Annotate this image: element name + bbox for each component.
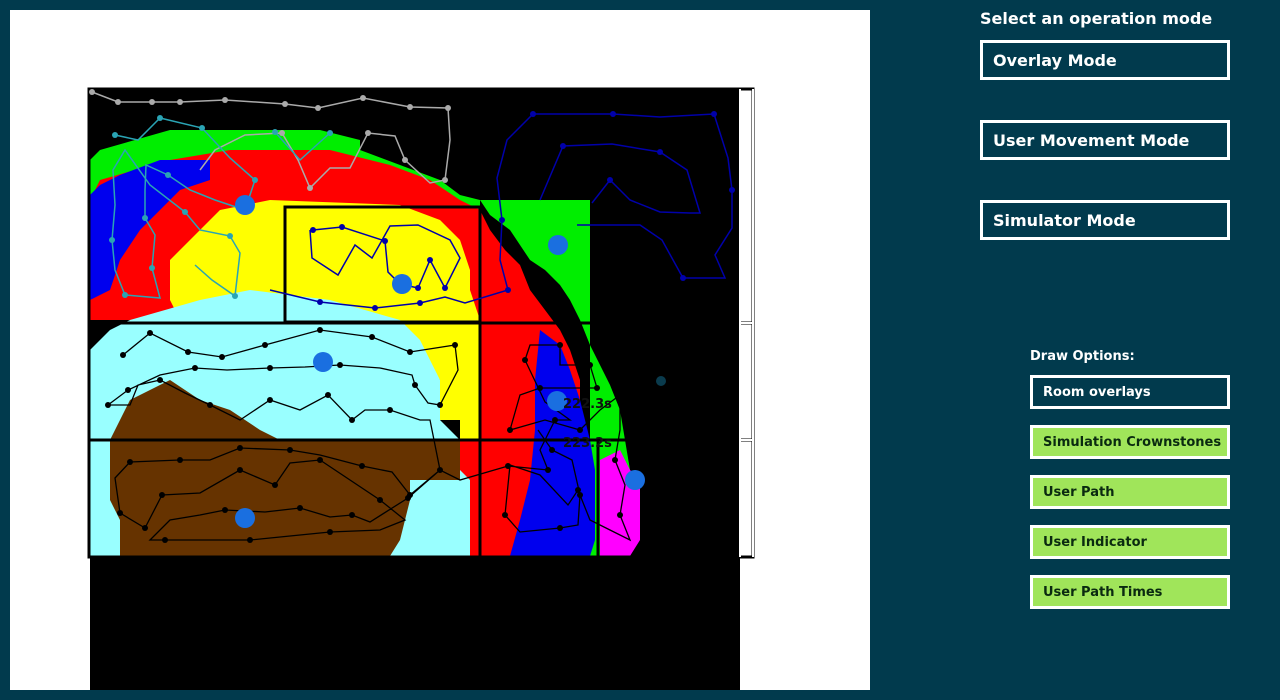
simulation-crownstones-toggle[interactable]: Simulation Crownstones [1030, 425, 1230, 459]
crownstone-4 [313, 352, 333, 372]
overlay-mode-label: Overlay Mode [993, 51, 1117, 70]
simulator-mode-label: Simulator Mode [993, 211, 1136, 230]
user-path-times-toggle[interactable]: User Path Times [1030, 575, 1230, 609]
user-movement-mode-button[interactable]: User Movement Mode [980, 120, 1230, 160]
crownstone-6 [625, 470, 645, 490]
user-indicator-toggle[interactable]: User Indicator [1030, 525, 1230, 559]
mode-panel-title: Select an operation mode [980, 9, 1213, 28]
user-indicator [656, 376, 666, 386]
user-path-label: User Path [1043, 485, 1115, 500]
user-movement-mode-label: User Movement Mode [993, 131, 1190, 150]
user-path-toggle[interactable]: User Path [1030, 475, 1230, 509]
user-indicator-label: User Indicator [1043, 535, 1147, 550]
user-path-times-label: User Path Times [1043, 585, 1163, 600]
path-time-label-1: 222.3s [563, 397, 612, 412]
room-overlays-toggle[interactable]: Room overlays [1030, 375, 1230, 409]
crownstone-3 [392, 274, 412, 294]
simulator-mode-button[interactable]: Simulator Mode [980, 200, 1230, 240]
outer-white-edge [739, 89, 754, 557]
map-canvas[interactable]: 222.3s 223.2s [10, 10, 870, 690]
crownstone-1 [235, 195, 255, 215]
crownstone-7 [235, 508, 255, 528]
crownstone-2 [548, 235, 568, 255]
floorplan-map[interactable]: 222.3s 223.2s [10, 10, 870, 690]
simulation-crownstones-label: Simulation Crownstones [1043, 435, 1222, 450]
overlay-mode-button[interactable]: Overlay Mode [980, 40, 1230, 80]
room-overlays-label: Room overlays [1043, 385, 1151, 400]
draw-options-title: Draw Options: [1030, 349, 1135, 364]
path-time-label-2: 223.2s [563, 436, 612, 451]
